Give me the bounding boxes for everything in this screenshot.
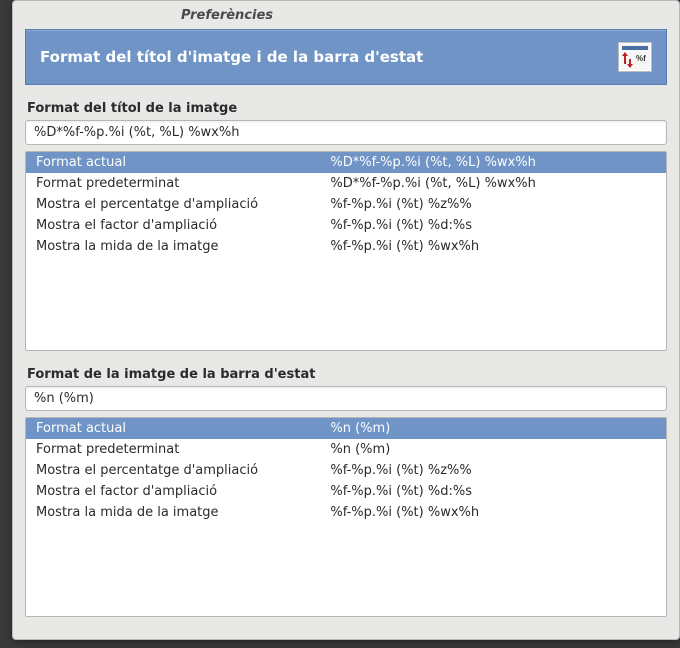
list-item[interactable]: Mostra la mida de la imatge%f-%p.%i (%t)… [26,502,666,523]
list-item[interactable]: Mostra el factor d'ampliació%f-%p.%i (%t… [26,215,666,236]
list-item-label: Format actual [26,152,320,173]
list-item-value: %n (%m) [320,418,666,439]
list-item-value: %f-%p.%i (%t) %wx%h [320,502,666,523]
list-item-value: %f-%p.%i (%t) %d:%s [320,215,666,236]
statusbar-format-list[interactable]: Format actual%n (%m)Format predeterminat… [25,417,667,617]
window-content: Format del títol d'imatge i de la barra … [13,29,679,639]
window-title: Preferències [181,8,273,23]
page-header: Format del títol d'imatge i de la barra … [25,29,667,85]
title-format-list[interactable]: Format actual%D*%f-%p.%i (%t, %L) %wx%hF… [25,151,667,351]
list-item[interactable]: Mostra el percentatge d'ampliació%f-%p.%… [26,460,666,481]
list-item[interactable]: Mostra el percentatge d'ampliació%f-%p.%… [26,194,666,215]
title-format-label: Format del títol de la imatge [27,101,667,116]
list-item-label: Mostra el factor d'ampliació [26,215,320,236]
statusbar-format-section: Format de la imatge de la barra d'estat … [25,361,667,617]
window-titlebar: Preferències [13,1,679,29]
title-format-input[interactable] [25,120,667,145]
title-format-section: Format del títol de la imatge Format act… [25,95,667,351]
list-item-value: %n (%m) [320,439,666,460]
list-item-value: %D*%f-%p.%i (%t, %L) %wx%h [320,152,666,173]
list-item-label: Format predeterminat [26,173,320,194]
list-item[interactable]: Mostra la mida de la imatge%f-%p.%i (%t)… [26,236,666,257]
list-item-label: Mostra la mida de la imatge [26,236,320,257]
title-format-icon: %f [618,42,652,72]
list-item-label: Mostra la mida de la imatge [26,502,320,523]
list-item[interactable]: Mostra el factor d'ampliació%f-%p.%i (%t… [26,481,666,502]
list-item[interactable]: Format actual%D*%f-%p.%i (%t, %L) %wx%h [26,152,666,173]
svg-text:%f: %f [636,54,646,63]
page-title: Format del títol d'imatge i de la barra … [40,48,423,66]
list-item[interactable]: Format actual%n (%m) [26,418,666,439]
list-item-label: Format predeterminat [26,439,320,460]
list-item[interactable]: Format predeterminat%D*%f-%p.%i (%t, %L)… [26,173,666,194]
list-item-value: %f-%p.%i (%t) %d:%s [320,481,666,502]
list-item-label: Mostra el factor d'ampliació [26,481,320,502]
preferences-window: Preferències Format del títol d'imatge i… [12,0,680,640]
list-item-value: %D*%f-%p.%i (%t, %L) %wx%h [320,173,666,194]
statusbar-format-label: Format de la imatge de la barra d'estat [27,367,667,382]
list-item-label: Format actual [26,418,320,439]
list-item-value: %f-%p.%i (%t) %z%% [320,460,666,481]
list-item-label: Mostra el percentatge d'ampliació [26,194,320,215]
list-item-value: %f-%p.%i (%t) %wx%h [320,236,666,257]
statusbar-format-input[interactable] [25,386,667,411]
list-item-value: %f-%p.%i (%t) %z%% [320,194,666,215]
list-item-label: Mostra el percentatge d'ampliació [26,460,320,481]
list-item[interactable]: Format predeterminat%n (%m) [26,439,666,460]
